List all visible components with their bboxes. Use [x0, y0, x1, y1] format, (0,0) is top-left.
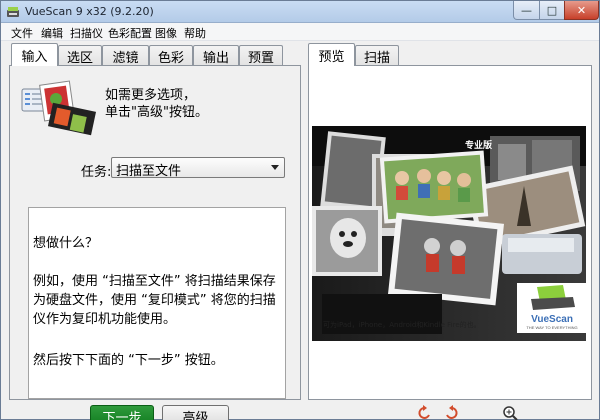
minimize-icon: — [521, 3, 532, 17]
maximize-icon: □ [546, 3, 558, 17]
menu-edit[interactable]: 编辑 [41, 25, 63, 41]
info-hint-line1: 如需更多选项， [105, 88, 197, 103]
tab-input[interactable]: 输入 [11, 43, 58, 66]
vuescan-app-icon [7, 7, 19, 17]
chevron-down-icon [271, 165, 279, 170]
task-select[interactable]: 扫描至文件 [111, 157, 285, 179]
vuescan-window: VueScan 9 x32 (9.2.20) — □ ✕ 文件 编辑 扫描仪 色… [0, 0, 600, 420]
zoom-in-icon[interactable] [502, 405, 518, 420]
menu-color-profile[interactable]: 色彩配置 [108, 25, 152, 41]
tab-preview[interactable]: 预览 [308, 43, 355, 66]
tab-color[interactable]: 色彩 [149, 45, 193, 66]
tab-prefs[interactable]: 预置 [239, 45, 283, 66]
logo-text: VueScan [531, 314, 573, 325]
task-select-value: 扫描至文件 [116, 164, 182, 179]
tab-scan[interactable]: 扫描 [355, 45, 399, 66]
menu-scanner[interactable]: 扫描仪 [70, 25, 103, 41]
scanner-photos-icon [21, 80, 97, 136]
tab-crop[interactable]: 选区 [58, 45, 102, 66]
help-question: 想做什么？ [33, 236, 99, 251]
menu-bar: 文件 编辑 扫描仪 色彩配置 图像 帮助 [1, 23, 599, 41]
menu-file[interactable]: 文件 [11, 25, 33, 41]
maximize-button[interactable]: □ [539, 1, 565, 20]
close-icon: ✕ [576, 3, 587, 17]
help-text-box[interactable]: 想做什么？ 例如，使用 “扫描至文件” 将扫描结果保存为硬盘文件，使用 “复印模… [28, 207, 286, 399]
next-button[interactable]: 下一步 [90, 405, 154, 420]
minimize-button[interactable]: — [513, 1, 540, 20]
preview-caption: 可为iPad，iPhone，Android和Kindle Fire的也。 [323, 321, 481, 329]
rotate-right-icon[interactable] [443, 405, 459, 420]
info-hint: 如需更多选项， 单击"高级"按钮。 [105, 87, 208, 121]
tab-filter[interactable]: 滤镜 [102, 45, 149, 66]
close-button[interactable]: ✕ [564, 1, 599, 20]
logo-tagline: THE WAY TO EVERYTHING [526, 325, 577, 330]
help-next-step: 然后按下下面的 “下一步” 按钮。 [33, 353, 224, 368]
menu-image[interactable]: 图像 [155, 25, 177, 41]
menu-help[interactable]: 帮助 [184, 25, 206, 41]
help-example: 例如，使用 “扫描至文件” 将扫描结果保存为硬盘文件，使用 “复印模式” 将您的… [33, 274, 276, 327]
advanced-button[interactable]: 高级 [162, 405, 229, 420]
info-hint-line2: 单击"高级"按钮。 [105, 105, 208, 120]
vuescan-logo: VueScan THE WAY TO EVERYTHING [517, 283, 587, 333]
task-label: 任务: [81, 165, 112, 180]
tab-output[interactable]: 输出 [193, 45, 239, 66]
rotate-left-icon[interactable] [417, 405, 433, 420]
window-title: VueScan 9 x32 (9.2.20) [25, 5, 154, 18]
title-bar[interactable]: VueScan 9 x32 (9.2.20) — □ ✕ [1, 1, 599, 23]
pro-badge: 专业版 [465, 141, 493, 151]
